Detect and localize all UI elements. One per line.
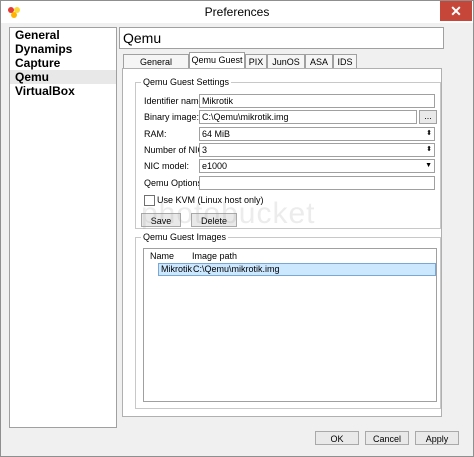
ram-spinbox[interactable]: 64 MiB ⬍: [199, 127, 435, 141]
nic-model-value: e1000: [202, 161, 228, 171]
ram-label: RAM:: [144, 129, 167, 139]
identifier-field[interactable]: Mikrotik: [199, 94, 435, 108]
row-name-cell: Mikrotik: [161, 264, 192, 274]
sidebar-item-virtualbox[interactable]: VirtualBox: [10, 84, 116, 98]
tab-junos[interactable]: JunOS: [267, 54, 305, 69]
column-header-image-path[interactable]: Image path: [192, 251, 237, 261]
binary-image-field[interactable]: C:\Qemu\mikrotik.img: [199, 110, 417, 124]
guest-images-title: Qemu Guest Images: [141, 232, 229, 242]
nics-spinbox[interactable]: 3 ⬍: [199, 143, 435, 157]
close-button[interactable]: ✕: [440, 1, 472, 21]
ram-value: 64 MiB: [202, 129, 231, 139]
guest-images-table: Name Image path Mikrotik C:\Qemu\mikroti…: [143, 248, 437, 402]
preferences-window: Preferences ✕ General Dynamips Capture Q…: [0, 0, 474, 457]
tab-asa[interactable]: ASA: [305, 54, 333, 69]
nics-value: 3: [202, 145, 208, 155]
preferences-sidebar: General Dynamips Capture Qemu VirtualBox: [9, 27, 117, 428]
identifier-label: Identifier name:: [144, 96, 207, 106]
sidebar-item-capture[interactable]: Capture: [10, 56, 116, 70]
sidebar-item-qemu[interactable]: Qemu: [10, 70, 116, 84]
tab-ids[interactable]: IDS: [333, 54, 357, 69]
cancel-button[interactable]: Cancel: [365, 431, 409, 445]
column-header-name[interactable]: Name: [150, 251, 174, 261]
spin-arrows-icon[interactable]: ⬍: [426, 128, 432, 140]
photobucket-watermark: photobucket: [141, 197, 316, 230]
tab-general-settings[interactable]: General Settings: [123, 54, 189, 81]
apply-button[interactable]: Apply: [415, 431, 459, 445]
qemu-options-field[interactable]: [199, 176, 435, 190]
chevron-down-icon[interactable]: ▼: [425, 160, 432, 172]
sidebar-item-dynamips[interactable]: Dynamips: [10, 42, 116, 56]
title-bar[interactable]: Preferences ✕: [1, 1, 473, 23]
spin-arrows-icon[interactable]: ⬍: [426, 144, 432, 156]
browse-button[interactable]: ...: [419, 110, 437, 124]
sidebar-item-general[interactable]: General: [10, 28, 116, 42]
nic-model-label: NIC model:: [144, 161, 190, 171]
guest-settings-title: Qemu Guest Settings: [141, 77, 232, 87]
ok-button[interactable]: OK: [315, 431, 359, 445]
page-title: Qemu: [119, 27, 444, 49]
close-icon: ✕: [450, 3, 462, 19]
nic-model-select[interactable]: e1000 ▼: [199, 159, 435, 173]
qemu-options-label: Qemu Options:: [144, 178, 205, 188]
tab-pix[interactable]: PIX: [245, 54, 267, 69]
binary-image-label: Binary image:: [144, 112, 200, 122]
row-path-cell: C:\Qemu\mikrotik.img: [193, 264, 280, 274]
table-row[interactable]: Mikrotik C:\Qemu\mikrotik.img: [158, 263, 436, 276]
window-title: Preferences: [204, 5, 270, 19]
